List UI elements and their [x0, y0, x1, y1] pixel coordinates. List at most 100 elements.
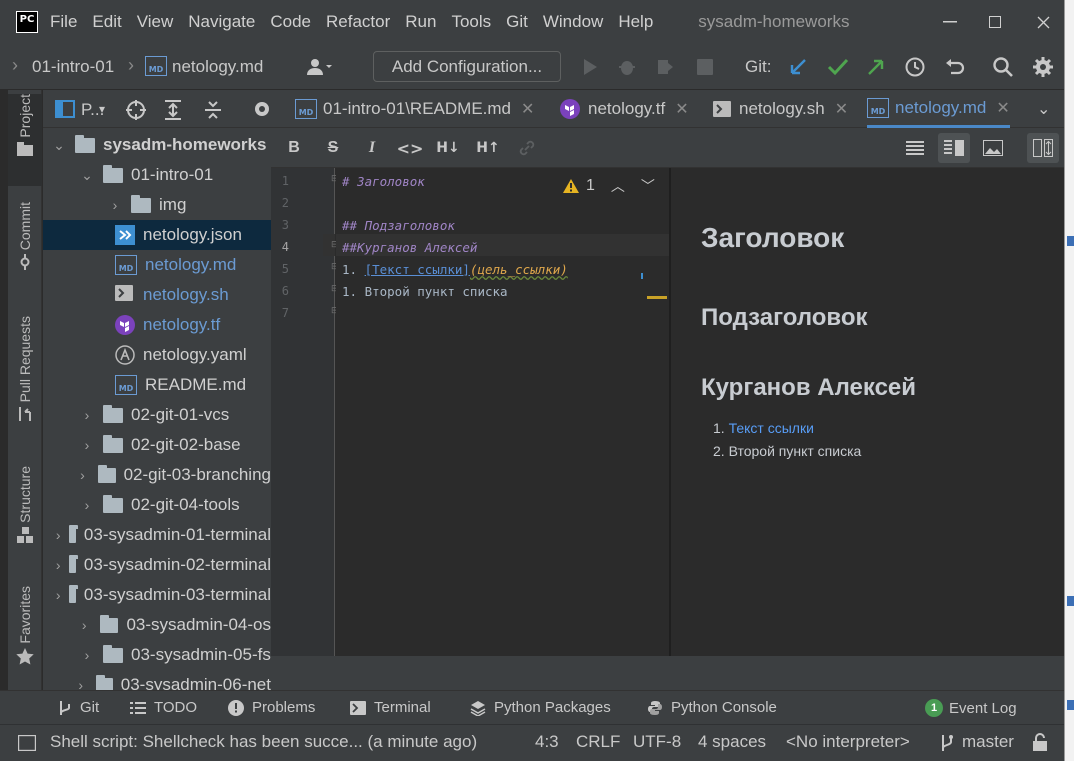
- menu-file[interactable]: File: [50, 12, 77, 32]
- tree-folder[interactable]: › 02-git-02-base: [43, 430, 271, 460]
- tree-folder[interactable]: › 03-sysadmin-06-net: [43, 670, 271, 690]
- locate-target-icon[interactable]: [125, 99, 147, 121]
- tool-tab-terminal[interactable]: Terminal: [350, 699, 431, 716]
- chevron-right-icon[interactable]: ›: [75, 467, 89, 483]
- chevron-down-icon[interactable]: ⌄: [79, 167, 95, 184]
- settings-gear-icon[interactable]: [1029, 53, 1057, 81]
- tab-readme[interactable]: MD 01-intro-01\README.md ✕: [295, 90, 534, 128]
- search-icon[interactable]: [989, 53, 1017, 81]
- git-commit-icon[interactable]: [824, 53, 852, 81]
- user-account-icon[interactable]: [305, 53, 333, 81]
- chevron-right-icon[interactable]: ›: [55, 527, 61, 543]
- stripe-tab-commit[interactable]: Commit: [8, 202, 42, 282]
- tree-folder[interactable]: › 03-sysadmin-03-terminal: [43, 580, 271, 610]
- tab-close-icon[interactable]: ✕: [835, 99, 848, 119]
- menu-edit[interactable]: Edit: [92, 12, 121, 32]
- tree-folder[interactable]: › 03-sysadmin-01-terminal: [43, 520, 271, 550]
- chevron-right-icon[interactable]: ›: [55, 557, 61, 573]
- scroll-sync-icon[interactable]: [1027, 133, 1059, 163]
- tool-tab-problems[interactable]: Problems: [228, 699, 315, 716]
- git-push-icon[interactable]: [862, 53, 890, 81]
- tree-folder[interactable]: ⌄ 01-intro-01: [43, 160, 271, 190]
- menu-code[interactable]: Code: [270, 12, 311, 32]
- status-message[interactable]: Shell script: Shellcheck has been succe.…: [50, 732, 477, 752]
- chevron-right-icon[interactable]: ›: [79, 407, 95, 423]
- menu-navigate[interactable]: Navigate: [188, 12, 255, 32]
- tab-netology-tf[interactable]: netology.tf ✕: [560, 90, 689, 128]
- stop-icon[interactable]: [691, 53, 719, 81]
- close-button[interactable]: [1028, 8, 1058, 36]
- panel-settings-gear-icon[interactable]: [251, 98, 271, 120]
- header-decrease-button[interactable]: H↓: [435, 136, 461, 160]
- menu-git[interactable]: Git: [506, 12, 528, 32]
- tree-folder[interactable]: › 02-git-04-tools: [43, 490, 271, 520]
- stripe-tab-project[interactable]: Project: [8, 94, 42, 186]
- line-separator[interactable]: CRLF: [576, 732, 620, 752]
- inspection-widget[interactable]: 1 ︿ ﹀: [562, 176, 655, 196]
- strikethrough-button[interactable]: S: [320, 136, 346, 160]
- chevron-right-icon[interactable]: ›: [79, 497, 95, 513]
- code-button[interactable]: <>: [397, 136, 424, 160]
- tabs-overflow-chevron-icon[interactable]: ⌄: [1037, 99, 1050, 119]
- tab-close-icon[interactable]: ✕: [521, 99, 534, 119]
- tree-file[interactable]: netology.json: [43, 220, 271, 250]
- header-increase-button[interactable]: H↑: [475, 136, 501, 160]
- stripe-tab-pull-requests[interactable]: Pull Requests: [8, 316, 42, 434]
- tool-tab-git[interactable]: Git: [58, 699, 99, 716]
- tree-folder[interactable]: › 02-git-03-branching: [43, 460, 271, 490]
- tree-folder[interactable]: › 03-sysadmin-05-fs: [43, 640, 271, 670]
- tree-folder[interactable]: › 03-sysadmin-02-terminal: [43, 550, 271, 580]
- tree-folder[interactable]: ⌄ sysadm-homeworks: [43, 130, 271, 160]
- tool-tab-python-console[interactable]: Python Console: [647, 699, 777, 716]
- tree-file[interactable]: netology.sh: [43, 280, 271, 310]
- tree-folder[interactable]: › 03-sysadmin-04-os: [43, 610, 271, 640]
- bold-button[interactable]: B: [281, 136, 307, 160]
- chevron-right-icon[interactable]: ›: [77, 617, 92, 633]
- chevron-right-icon[interactable]: ›: [74, 677, 88, 690]
- pycharm-app-icon[interactable]: PC: [16, 11, 38, 33]
- tab-close-icon[interactable]: ✕: [996, 98, 1009, 118]
- tree-file[interactable]: netology.yaml: [43, 340, 271, 370]
- menu-run[interactable]: Run: [405, 12, 436, 32]
- run-icon[interactable]: [576, 53, 604, 81]
- tree-file[interactable]: MD README.md: [43, 370, 271, 400]
- menu-help[interactable]: Help: [618, 12, 653, 32]
- previous-highlight-chevron-icon[interactable]: ︿: [611, 176, 625, 196]
- editor-only-view-icon[interactable]: [899, 133, 931, 163]
- menu-tools[interactable]: Tools: [451, 12, 491, 32]
- python-interpreter[interactable]: <No interpreter>: [786, 732, 910, 752]
- chevron-down-icon[interactable]: ⌄: [51, 137, 67, 154]
- preview-link[interactable]: Текст ссылки: [729, 420, 814, 436]
- menu-view[interactable]: View: [137, 12, 174, 32]
- tab-close-icon[interactable]: ✕: [675, 99, 688, 119]
- lock-icon[interactable]: [1032, 733, 1048, 751]
- menu-refactor[interactable]: Refactor: [326, 12, 390, 32]
- preview-only-view-icon[interactable]: [977, 133, 1009, 163]
- indent-setting[interactable]: 4 spaces: [698, 732, 766, 752]
- chevron-right-icon[interactable]: ›: [79, 437, 95, 453]
- caret-position[interactable]: 4:3: [535, 732, 559, 752]
- git-rollback-icon[interactable]: [941, 53, 969, 81]
- breadcrumb-file[interactable]: netology.md: [172, 57, 263, 77]
- git-branch[interactable]: master: [962, 732, 1014, 752]
- toggle-tool-windows-icon[interactable]: [18, 735, 36, 751]
- chevron-right-icon[interactable]: ›: [107, 197, 123, 213]
- menu-window[interactable]: Window: [543, 12, 603, 32]
- tree-folder[interactable]: › 02-git-01-vcs: [43, 400, 271, 430]
- next-highlight-chevron-icon[interactable]: ﹀: [641, 176, 655, 196]
- minimize-button[interactable]: [935, 8, 965, 36]
- collapse-all-icon[interactable]: [203, 99, 223, 121]
- tree-file[interactable]: MD netology.md: [43, 250, 271, 280]
- maximize-button[interactable]: [980, 8, 1010, 36]
- tree-file[interactable]: netology.tf: [43, 310, 271, 340]
- tree-folder[interactable]: › img: [43, 190, 271, 220]
- italic-button[interactable]: I: [359, 136, 385, 160]
- breadcrumb-folder[interactable]: 01-intro-01: [32, 57, 114, 77]
- tab-netology-md[interactable]: MD netology.md ✕: [867, 90, 1010, 128]
- code-editor[interactable]: # Заголовок ## Подзаголовок ##Курганов А…: [336, 168, 669, 656]
- git-update-icon[interactable]: [784, 53, 812, 81]
- chevron-right-icon[interactable]: ›: [55, 587, 61, 603]
- add-configuration-button[interactable]: Add Configuration...: [373, 51, 561, 82]
- coverage-icon[interactable]: [651, 53, 679, 81]
- chevron-right-icon[interactable]: ›: [79, 647, 95, 663]
